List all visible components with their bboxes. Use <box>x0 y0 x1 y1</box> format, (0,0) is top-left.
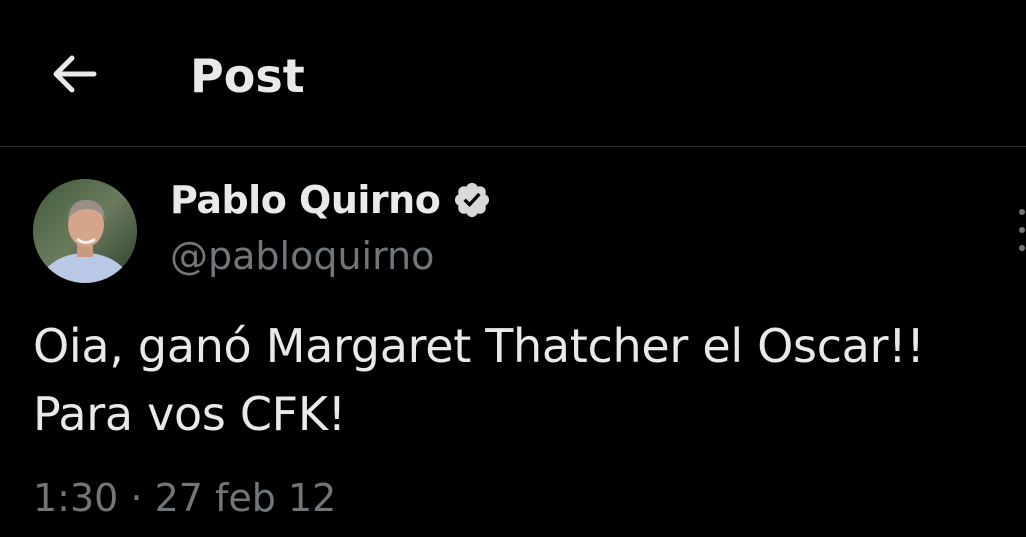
avatar[interactable] <box>33 179 137 283</box>
back-button[interactable] <box>46 50 102 98</box>
post-timestamp[interactable]: 1:30 · 27 feb 12 <box>33 470 336 526</box>
verified-badge-icon[interactable] <box>452 180 492 220</box>
more-options-icon <box>1019 209 1025 251</box>
post-text: Oia, ganó Margaret Thatcher el Oscar!! P… <box>33 319 925 441</box>
post-date: 27 feb 12 <box>154 476 337 520</box>
timestamp-separator: · <box>118 476 155 520</box>
author-row: Pablo Quirno <box>170 174 492 226</box>
author-name[interactable]: Pablo Quirno <box>170 178 441 222</box>
more-options-button[interactable] <box>1012 200 1026 260</box>
author-handle[interactable]: @pabloquirno <box>170 230 434 282</box>
arrow-left-icon <box>53 55 97 93</box>
top-bar: Post <box>0 0 1026 147</box>
page-title: Post <box>190 49 305 103</box>
post-time: 1:30 <box>33 476 119 520</box>
profile-photo <box>33 179 137 283</box>
